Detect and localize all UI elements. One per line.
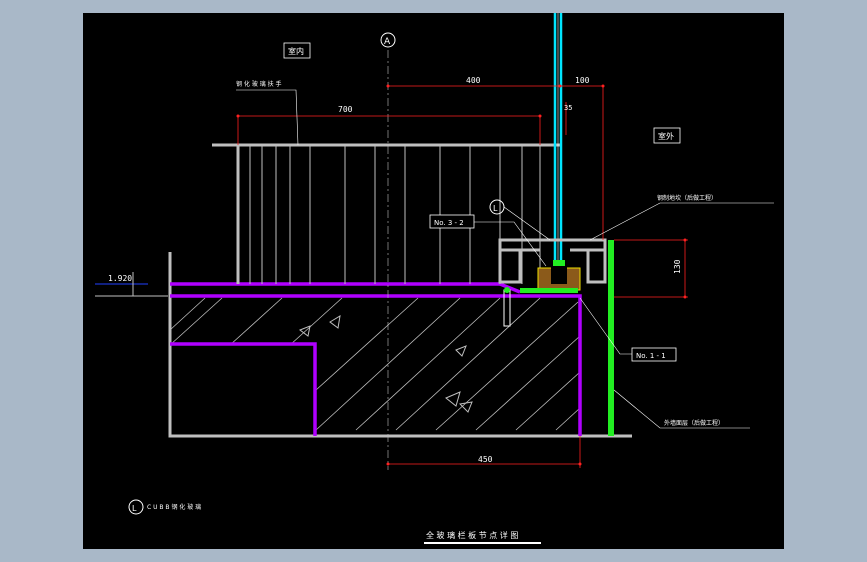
dim-450: 450 <box>478 455 493 464</box>
channel-label: 钢制地坎（后做工程） <box>657 194 717 202</box>
detail-bubble-top-label: L <box>493 204 498 213</box>
dim-130: 130 <box>673 259 682 274</box>
glass-panel <box>553 13 563 275</box>
cad-drawing: 1.920 A 400 100 700 35 130 450 室内 室外 钢 化… <box>83 13 784 549</box>
tag-no3-label: No. 3 - 2 <box>434 219 464 227</box>
wall-label: 外墙面层（后做工程） <box>664 419 724 427</box>
elevation-label: 1.920 <box>108 274 132 283</box>
tag-no1-label: No. 1 - 1 <box>636 352 666 360</box>
axis-label: A <box>384 37 391 47</box>
indoor-label: 室内 <box>288 46 304 56</box>
dim-400: 400 <box>466 76 481 85</box>
drawing-canvas <box>83 13 784 549</box>
dim-35: 35 <box>564 104 572 112</box>
screen-background: 1.920 A 400 100 700 35 130 450 室内 室外 钢 化… <box>0 0 867 562</box>
dim-700: 700 <box>338 105 353 114</box>
rail-label: 钢 化 玻 璃 扶 手 <box>236 80 282 88</box>
legend-bubble-label: L <box>132 504 137 513</box>
outdoor-label: 室外 <box>658 131 674 141</box>
legend-note: C U B B 钢 化 玻 璃 <box>147 503 201 511</box>
dim-100: 100 <box>575 76 590 85</box>
drawing-title: 全 玻 璃 栏 板 节 点 详 图 <box>426 530 518 540</box>
